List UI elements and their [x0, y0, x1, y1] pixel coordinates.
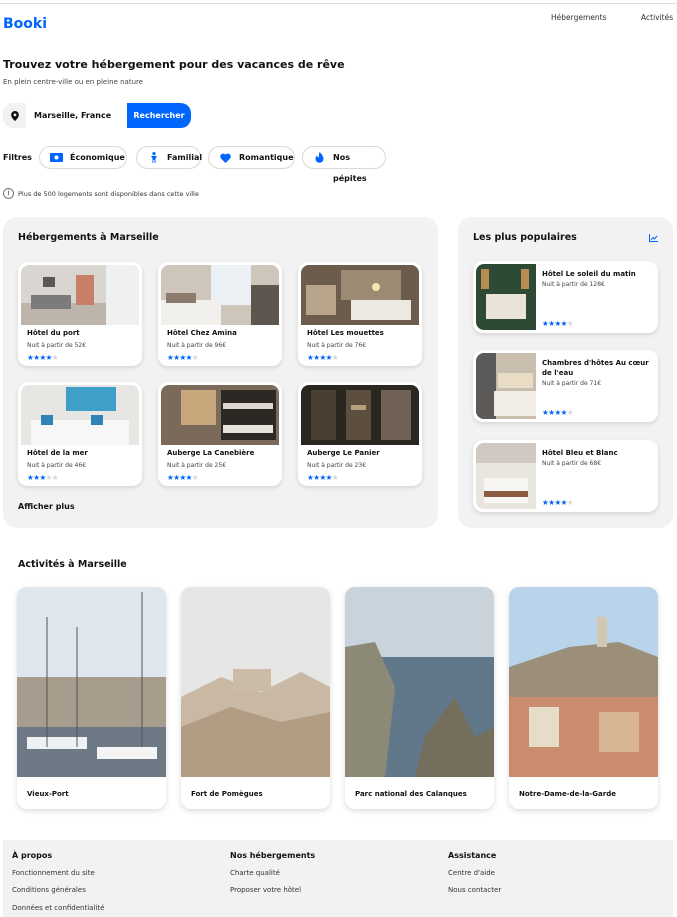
nav-hebergements[interactable]: Hébergements	[551, 13, 606, 22]
activity-card[interactable]: Notre-Dame-de-la-Garde	[509, 587, 658, 809]
filter-label: Romantique	[239, 153, 294, 162]
rating-stars: ★★★★★	[27, 473, 59, 482]
rating-stars: ★★★★★	[542, 408, 574, 417]
lodging-price: Nuit à partir de 46€	[27, 462, 87, 469]
activity-name: Parc national des Calanques	[355, 790, 467, 798]
filter-familial[interactable]: Familial	[136, 146, 203, 169]
rating-stars: ★★★★★	[27, 353, 59, 362]
footer-link[interactable]: Données et confidentialité	[12, 904, 104, 912]
popular-price: Nuit à partir de 71€	[542, 380, 602, 387]
location-pin-icon	[11, 111, 19, 121]
notre-dame-photo	[509, 587, 658, 777]
activity-card[interactable]: Parc national des Calanques	[345, 587, 494, 809]
fire-icon	[313, 152, 326, 163]
child-icon	[147, 152, 160, 163]
popular-name: Hôtel Bleu et Blanc	[542, 449, 618, 457]
fort-pomegues-photo	[181, 587, 330, 777]
lodging-name: Hôtel de la mer	[27, 449, 88, 457]
activity-card[interactable]: Vieux-Port	[17, 587, 166, 809]
footer: À propos Fonctionnement du site Conditio…	[3, 840, 673, 917]
lodging-card[interactable]: Auberge Le Panier Nuit à partir de 23€ ★…	[298, 382, 422, 486]
lodging-price: Nuit à partir de 23€	[307, 462, 367, 469]
lodging-name: Hôtel Les mouettes	[307, 329, 384, 337]
footer-link[interactable]: Proposer votre hôtel	[230, 886, 301, 894]
hotel-chez-amina-photo	[161, 265, 279, 325]
hotel-du-port-photo	[21, 265, 139, 325]
lodging-price: Nuit à partir de 76€	[307, 342, 367, 349]
footer-link[interactable]: Nous contacter	[448, 886, 501, 894]
vieux-port-photo	[17, 587, 166, 777]
hotel-les-mouettes-photo	[301, 265, 419, 325]
auberge-la-canebiere-photo	[161, 385, 279, 445]
search-bar: Marseille, France Rechercher	[3, 103, 191, 128]
lodging-card[interactable]: Hôtel Les mouettes Nuit à partir de 76€ …	[298, 262, 422, 366]
lodging-price: Nuit à partir de 96€	[167, 342, 227, 349]
rating-stars: ★★★★★	[167, 473, 199, 482]
popular-card[interactable]: Hôtel Bleu et Blanc Nuit à partir de 68€…	[473, 440, 658, 512]
lodging-name: Hôtel Chez Amina	[167, 329, 237, 337]
popular-title: Les plus populaires	[473, 232, 577, 243]
lodging-card[interactable]: Hôtel Chez Amina Nuit à partir de 96€ ★★…	[158, 262, 282, 366]
footer-heading: Assistance	[448, 851, 497, 860]
money-icon	[50, 152, 63, 163]
search-input[interactable]: Marseille, France	[26, 103, 127, 128]
lodging-price: Nuit à partir de 52€	[27, 342, 87, 349]
activity-name: Fort de Pomègues	[191, 790, 263, 798]
calanques-photo	[345, 587, 494, 777]
page-title: Trouvez votre hébergement pour des vacan…	[3, 58, 345, 71]
footer-link[interactable]: Fonctionnement du site	[12, 869, 95, 877]
filter-label: Familial	[167, 153, 203, 162]
search-button[interactable]: Rechercher	[127, 103, 191, 128]
activities-title: Activités à Marseille	[18, 559, 127, 570]
lodgings-title: Hébergements à Marseille	[18, 232, 159, 243]
activity-card[interactable]: Fort de Pomègues	[181, 587, 330, 809]
filters-label: Filtres	[3, 153, 32, 162]
popular-card[interactable]: Chambres d'hôtes Au cœur de l'eau Nuit à…	[473, 350, 658, 422]
lodging-card[interactable]: Hôtel de la mer Nuit à partir de 46€ ★★★…	[18, 382, 142, 486]
rating-stars: ★★★★★	[542, 498, 574, 507]
info-icon: i	[3, 188, 14, 199]
activity-name: Vieux-Port	[27, 790, 69, 798]
lodging-name: Hôtel du port	[27, 329, 80, 337]
lodging-price: Nuit à partir de 25€	[167, 462, 227, 469]
top-divider	[0, 3, 677, 4]
rating-stars: ★★★★★	[542, 319, 574, 328]
footer-link[interactable]: Conditions générales	[12, 886, 86, 894]
chambres-hotes-photo	[476, 353, 536, 419]
popular-price: Nuit à partir de 68€	[542, 460, 602, 467]
footer-heading: Nos hébergements	[230, 851, 316, 860]
lodging-name: Auberge Le Panier	[307, 449, 380, 457]
filter-label: Nos pépites	[333, 153, 367, 183]
footer-heading: À propos	[12, 851, 53, 860]
nav-activites[interactable]: Activités	[641, 13, 673, 22]
rating-stars: ★★★★★	[307, 473, 339, 482]
heart-icon	[219, 152, 232, 163]
hotel-bleu-blanc-photo	[476, 443, 536, 509]
lodging-card[interactable]: Auberge La Canebière Nuit à partir de 25…	[158, 382, 282, 486]
filter-pepites[interactable]: Nos pépites	[302, 146, 386, 183]
lodging-name: Auberge La Canebière	[167, 449, 255, 457]
availability-info: Plus de 500 logements sont disponibles d…	[18, 190, 199, 198]
trend-chart-icon	[649, 234, 658, 242]
popular-card[interactable]: Hôtel Le soleil du matin Nuit à partir d…	[473, 261, 658, 333]
popular-price: Nuit à partir de 128€	[542, 281, 605, 288]
rating-stars: ★★★★★	[307, 353, 339, 362]
popular-name: Hôtel Le soleil du matin	[542, 270, 636, 278]
filter-economique[interactable]: Économique	[39, 146, 127, 169]
hotel-soleil-photo	[476, 264, 536, 330]
lodging-card[interactable]: Hôtel du port Nuit à partir de 52€ ★★★★★	[18, 262, 142, 366]
popular-name: Chambres d'hôtes Au cœur de l'eau	[542, 359, 649, 377]
filter-label: Économique	[70, 153, 125, 162]
logo[interactable]: Booki	[3, 16, 47, 32]
filter-romantique[interactable]: Romantique	[208, 146, 295, 169]
activity-name: Notre-Dame-de-la-Garde	[519, 790, 616, 798]
show-more-link[interactable]: Afficher plus	[18, 502, 75, 511]
footer-link[interactable]: Centre d'aide	[448, 869, 495, 877]
rating-stars: ★★★★★	[167, 353, 199, 362]
auberge-le-panier-photo	[301, 385, 419, 445]
footer-link[interactable]: Charte qualité	[230, 869, 280, 877]
page-subtitle: En plein centre-ville ou en pleine natur…	[3, 78, 144, 86]
hotel-de-la-mer-photo	[21, 385, 139, 445]
